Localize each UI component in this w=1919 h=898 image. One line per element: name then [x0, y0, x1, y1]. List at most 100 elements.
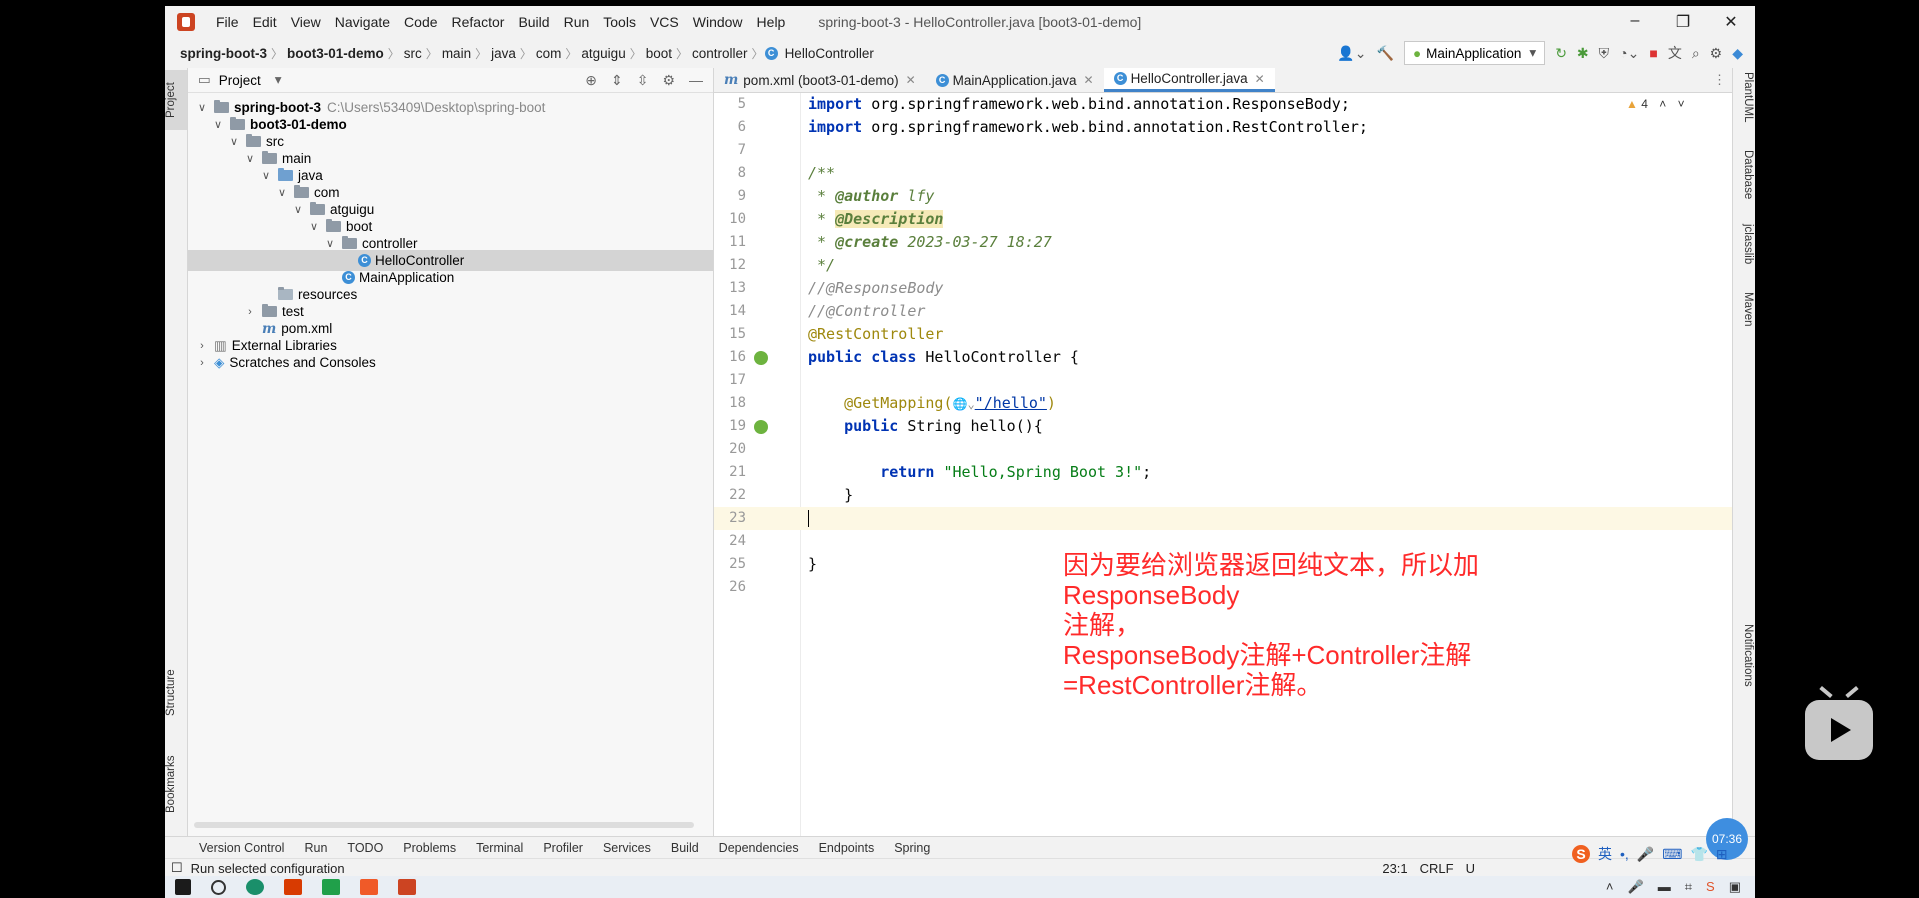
search-icon[interactable] — [211, 879, 226, 895]
code-line[interactable]: 11 — [714, 231, 1734, 254]
skin-icon[interactable]: 👕 — [1690, 846, 1707, 863]
menu-view[interactable]: View — [284, 14, 328, 30]
microphone-icon[interactable]: 🎤 — [1628, 879, 1644, 895]
ime-language[interactable]: 英 — [1598, 844, 1612, 864]
more-tabs-icon[interactable]: ⋮ — [1713, 72, 1726, 88]
chevron-down-icon[interactable]: ∨ — [228, 135, 240, 148]
breadcrumb-controller[interactable]: controller — [689, 46, 751, 61]
caret-position[interactable]: 23:1 — [1382, 861, 1407, 876]
code-line[interactable]: 6 — [714, 116, 1734, 139]
structure-tool-tab[interactable]: Structure — [165, 658, 187, 728]
inspection-widget[interactable]: ▲ 4 ˄ ˅ — [1626, 97, 1685, 111]
code-line[interactable]: 8 — [714, 162, 1734, 185]
chevron-up-icon[interactable]: ˄ — [1606, 879, 1614, 895]
battery-icon[interactable]: ▬ — [1658, 879, 1671, 895]
menu-build[interactable]: Build — [511, 14, 556, 30]
project-tool-tab[interactable]: Project — [165, 70, 187, 130]
code-line[interactable]: 20 — [714, 438, 1734, 461]
code-line[interactable]: 16 — [714, 346, 1734, 369]
tab-main-application[interactable]: C MainApplication.java ✕ — [926, 68, 1104, 92]
intellij-taskbar-icon[interactable] — [398, 879, 416, 895]
plantuml-tool-tab[interactable]: PlantUML — [1734, 72, 1754, 142]
code-editor[interactable]: 5 6 7 8 9 10 11 12 13 14 15 16 17 18 19 20 21 22 23 24 25 26 … — [714, 93, 1734, 836]
horizontal-scrollbar[interactable] — [194, 822, 694, 828]
todo-tool[interactable]: TODO — [347, 841, 383, 855]
translate-icon[interactable]: 文 — [1668, 43, 1682, 63]
hide-icon[interactable]: — — [689, 72, 703, 89]
close-button[interactable]: ✕ — [1707, 12, 1755, 32]
menu-navigate[interactable]: Navigate — [328, 14, 397, 30]
menu-help[interactable]: Help — [750, 14, 793, 30]
jetbrains-icon[interactable]: ◆ — [1732, 45, 1743, 62]
breadcrumb-project[interactable]: spring-boot-3 — [177, 46, 270, 61]
close-icon[interactable]: ✕ — [1084, 73, 1094, 87]
terminal-tool[interactable]: Terminal — [476, 841, 523, 855]
spring-bean-gutter-icon[interactable] — [754, 351, 768, 365]
profiler-tool[interactable]: Profiler — [543, 841, 583, 855]
tab-pom-xml[interactable]: m pom.xml (boot3-01-demo) ✕ — [714, 68, 926, 92]
office-icon[interactable] — [284, 879, 302, 895]
network-icon[interactable]: ⌗ — [1685, 879, 1692, 895]
code-line[interactable]: 14 — [714, 300, 1734, 323]
close-icon[interactable]: ✕ — [906, 73, 916, 87]
line-ending[interactable]: CRLF — [1420, 861, 1454, 876]
services-tool[interactable]: Services — [603, 841, 651, 855]
chevron-down-icon[interactable]: ˅ — [1678, 97, 1685, 111]
spring-bean-gutter-icon[interactable] — [754, 420, 768, 434]
code-line[interactable]: 9 — [714, 185, 1734, 208]
windows-start-icon[interactable] — [175, 879, 191, 895]
keyboard-icon[interactable]: ⌨ — [1662, 846, 1682, 863]
microphone-icon[interactable]: 🎤 — [1637, 846, 1654, 863]
maximize-button[interactable]: ❐ — [1659, 12, 1707, 32]
chevron-right-icon[interactable]: › — [244, 306, 256, 318]
stop-icon[interactable]: ■ — [1649, 45, 1657, 61]
breadcrumb-class[interactable]: HelloController — [782, 46, 877, 61]
profiler-icon[interactable]: ◔⌄ — [1619, 45, 1639, 62]
notifications-tool-tab[interactable]: Notifications — [1734, 624, 1754, 724]
collapse-all-icon[interactable]: ⇳ — [637, 72, 649, 89]
chevron-down-icon[interactable]: ∨ — [308, 220, 320, 233]
chevron-down-icon[interactable]: ∨ — [260, 169, 272, 182]
code-line[interactable]: 21 — [714, 461, 1734, 484]
run-configuration-dropdown[interactable]: ● MainApplication ▾ — [1403, 41, 1546, 65]
code-line[interactable]: 23 — [714, 507, 1734, 530]
maven-tool-tab[interactable]: Maven — [1734, 292, 1754, 352]
settings-icon[interactable]: ⚙ — [1710, 45, 1723, 62]
notification-center-icon[interactable]: ▣ — [1729, 879, 1741, 895]
breadcrumb-java[interactable]: java — [488, 46, 519, 61]
code-line[interactable]: 15 — [714, 323, 1734, 346]
code-line[interactable]: 13 — [714, 277, 1734, 300]
expand-all-icon[interactable]: ⇕ — [611, 72, 623, 89]
orange-app-icon[interactable] — [360, 879, 378, 895]
file-encoding[interactable]: U — [1466, 861, 1475, 876]
menu-vcs[interactable]: VCS — [643, 14, 686, 30]
menu-file[interactable]: File — [209, 14, 246, 30]
chevron-up-icon[interactable]: ˄ — [1659, 97, 1666, 111]
user-icon[interactable]: 👤⌄ — [1337, 45, 1366, 62]
code-line[interactable]: 12 — [714, 254, 1734, 277]
breadcrumb-main[interactable]: main — [439, 46, 474, 61]
chevron-right-icon[interactable]: › — [196, 357, 208, 369]
status-toggle-icon[interactable]: ☐ — [171, 860, 183, 876]
video-play-icon[interactable] — [1805, 685, 1873, 760]
breadcrumb-module[interactable]: boot3-01-demo — [284, 46, 387, 61]
code-line[interactable]: 10 — [714, 208, 1734, 231]
green-app-icon[interactable] — [322, 879, 340, 895]
chevron-down-icon[interactable]: ▾ — [275, 72, 282, 88]
breadcrumb-boot[interactable]: boot — [643, 46, 675, 61]
breadcrumb-com[interactable]: com — [533, 46, 565, 61]
database-tool-tab[interactable]: Database — [1734, 150, 1754, 220]
code-line[interactable]: 5 — [714, 93, 1734, 116]
menu-edit[interactable]: Edit — [246, 14, 284, 30]
chevron-down-icon[interactable]: ∨ — [324, 237, 336, 250]
build-hammer-icon[interactable]: 🔨 — [1377, 45, 1394, 62]
code-line[interactable]: 18 — [714, 392, 1734, 415]
input-method-toolbar[interactable]: S 英 •, 🎤 ⌨ 👕 ⊞ — [1572, 844, 1728, 864]
chevron-down-icon[interactable]: ∨ — [292, 203, 304, 216]
menu-refactor[interactable]: Refactor — [445, 14, 512, 30]
target-icon[interactable]: ⊕ — [585, 72, 597, 89]
rerun-icon[interactable]: ↻ — [1555, 45, 1567, 62]
chevron-down-icon[interactable]: ∨ — [244, 152, 256, 165]
chevron-down-icon[interactable]: ∨ — [276, 186, 288, 199]
problems-tool[interactable]: Problems — [403, 841, 456, 855]
